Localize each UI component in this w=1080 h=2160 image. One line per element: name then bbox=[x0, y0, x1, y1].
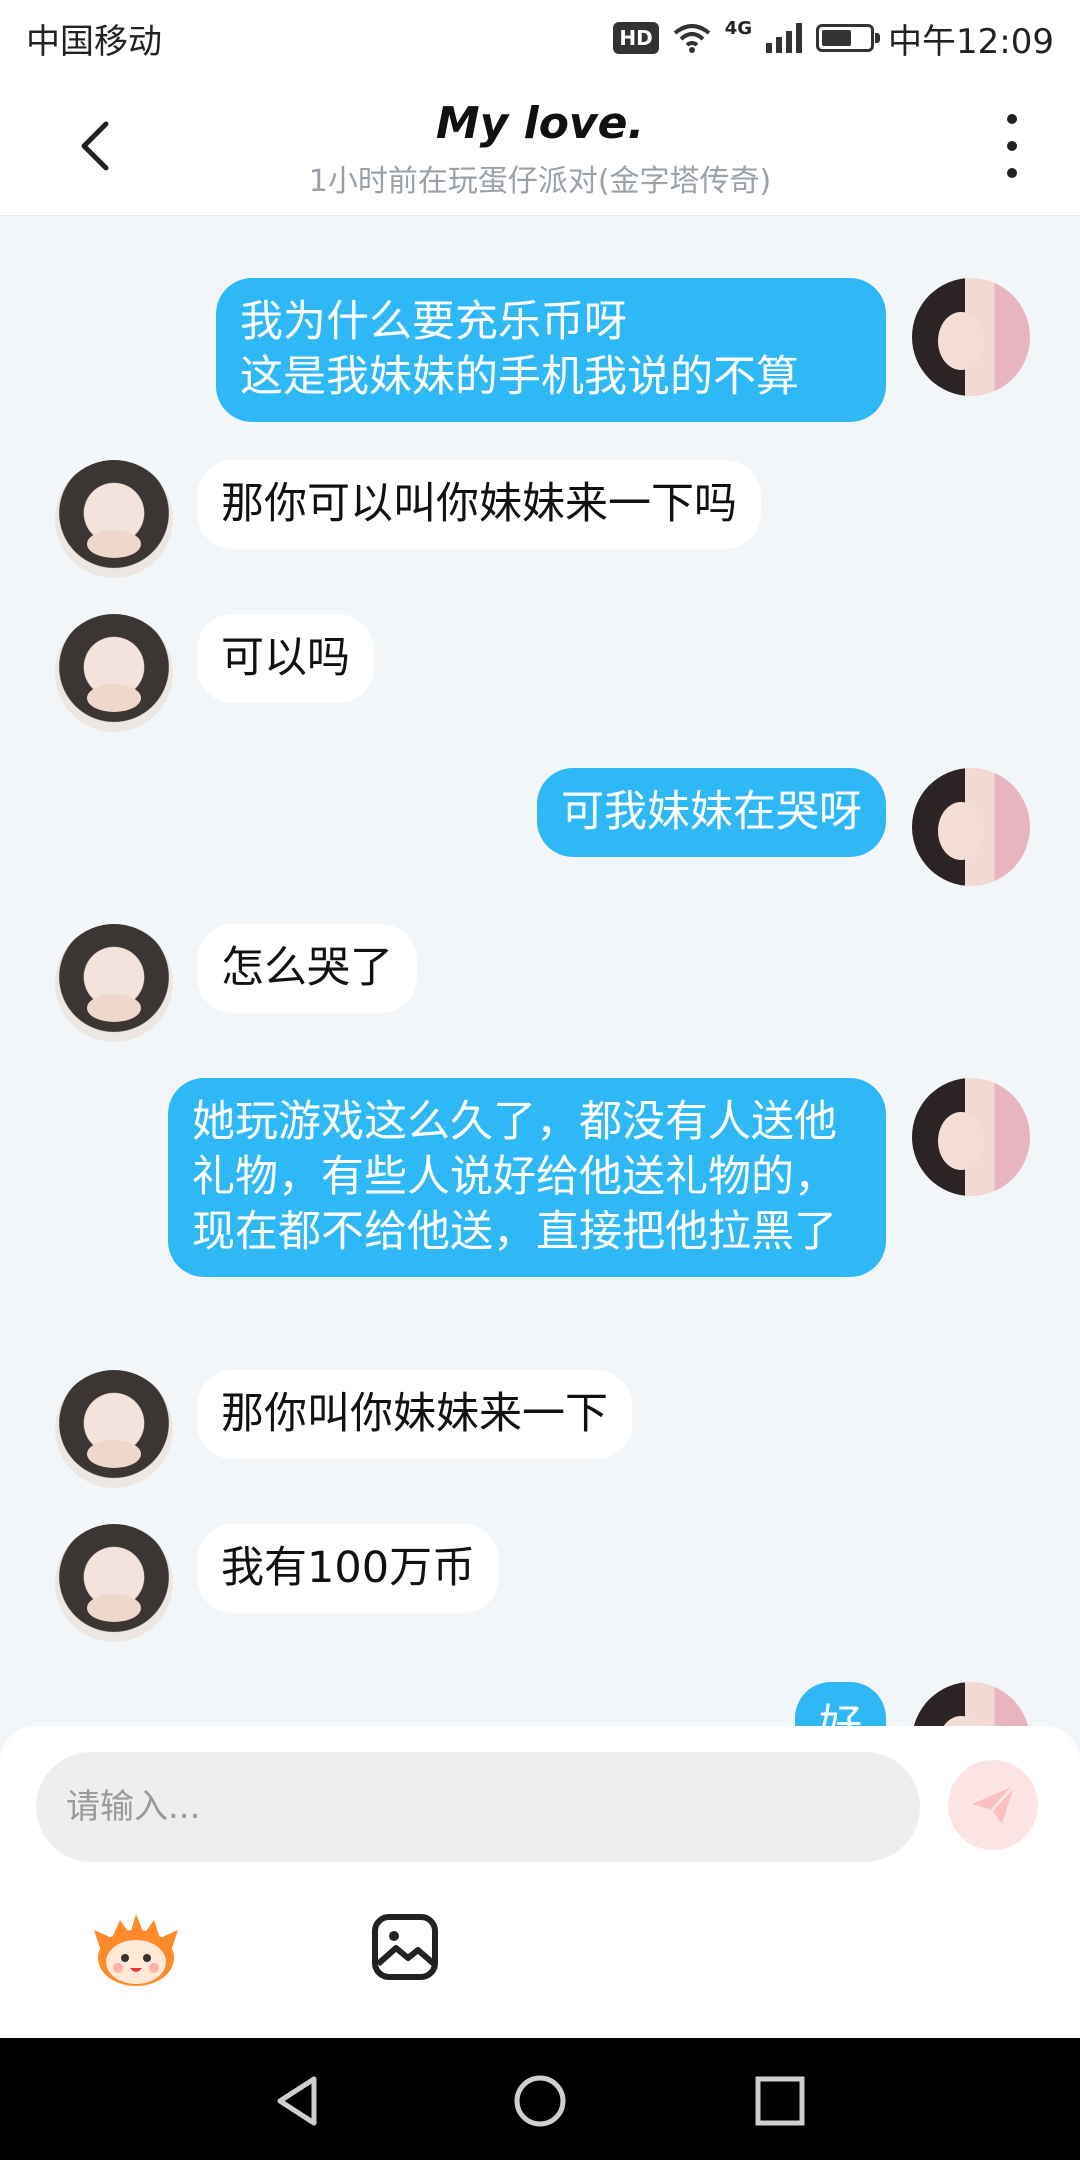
contact-name: My love. bbox=[435, 98, 645, 149]
contact-avatar[interactable] bbox=[55, 614, 173, 732]
my-avatar[interactable] bbox=[912, 278, 1030, 396]
message-bubble[interactable]: 我为什么要充乐币呀 这是我妹妹的手机我说的不算 bbox=[216, 278, 886, 422]
wifi-icon bbox=[673, 24, 710, 53]
message-row: 可我妹妹在哭呀 bbox=[537, 768, 1030, 886]
image-picker-button[interactable] bbox=[370, 1912, 440, 1982]
my-avatar[interactable] bbox=[912, 1078, 1030, 1196]
message-bubble[interactable]: 怎么哭了 bbox=[197, 924, 417, 1013]
message-input[interactable] bbox=[36, 1752, 920, 1862]
status-icons: HD 4G 中午12:09 bbox=[613, 14, 1054, 63]
contact-avatar[interactable] bbox=[55, 1370, 173, 1488]
emoji-button[interactable] bbox=[90, 1908, 182, 1988]
message-row: 我为什么要充乐币呀 这是我妹妹的手机我说的不算 bbox=[216, 278, 1030, 422]
message-bubble[interactable]: 好 bbox=[795, 1682, 886, 1726]
nav-recents-button[interactable] bbox=[752, 2073, 808, 2129]
message-list[interactable]: 我为什么要充乐币呀 这是我妹妹的手机我说的不算 那你可以叫你妹妹来一下吗 可以吗… bbox=[0, 216, 1080, 1726]
network-type: 4G bbox=[724, 17, 753, 39]
message-bubble[interactable]: 可我妹妹在哭呀 bbox=[537, 768, 886, 857]
message-bubble[interactable]: 我有100万币 bbox=[197, 1524, 500, 1613]
message-row: 好 bbox=[795, 1682, 1030, 1726]
clock: 中午12:09 bbox=[888, 21, 1054, 62]
message-row: 那你叫你妹妹来一下 bbox=[55, 1370, 632, 1488]
status-bar: 中国移动 HD 4G 中午12:09 bbox=[0, 0, 1080, 76]
my-avatar[interactable] bbox=[912, 768, 1030, 886]
carrier-label: 中国移动 bbox=[26, 21, 162, 62]
message-row: 她玩游戏这么久了，都没有人送他礼物，有些人说好给他送礼物的，现在都不给他送，直接… bbox=[168, 1078, 1030, 1277]
eggy-face-icon bbox=[94, 1914, 178, 1986]
message-row: 可以吗 bbox=[55, 614, 374, 732]
image-icon bbox=[372, 1914, 438, 1980]
battery-icon bbox=[816, 24, 881, 52]
send-icon bbox=[972, 1784, 1016, 1824]
message-bubble[interactable]: 她玩游戏这么久了，都没有人送他礼物，有些人说好给他送礼物的，现在都不给他送，直接… bbox=[168, 1078, 886, 1277]
message-bubble[interactable]: 那你可以叫你妹妹来一下吗 bbox=[197, 460, 761, 549]
signal-icon bbox=[766, 23, 803, 53]
more-options-button[interactable] bbox=[992, 114, 1032, 178]
circle-home-icon bbox=[514, 2075, 566, 2127]
more-vertical-icon bbox=[1007, 114, 1017, 124]
chat-header: My love. 1小时前在玩蛋仔派对(金字塔传奇) bbox=[0, 76, 1080, 216]
message-bubble[interactable]: 那你叫你妹妹来一下 bbox=[197, 1370, 632, 1459]
triangle-back-icon bbox=[277, 2076, 317, 2126]
nav-back-button[interactable] bbox=[270, 2073, 326, 2129]
contact-status: 1小时前在玩蛋仔派对(金字塔传奇) bbox=[308, 164, 772, 199]
hd-badge: HD bbox=[613, 22, 659, 54]
send-button[interactable] bbox=[948, 1760, 1038, 1850]
system-navigation-bar bbox=[0, 2038, 1080, 2160]
nav-home-button[interactable] bbox=[512, 2073, 568, 2129]
contact-avatar[interactable] bbox=[55, 1524, 173, 1642]
my-avatar[interactable] bbox=[912, 1682, 1030, 1726]
contact-avatar[interactable] bbox=[55, 460, 173, 578]
message-row: 那你可以叫你妹妹来一下吗 bbox=[55, 460, 761, 578]
message-composer bbox=[0, 1726, 1080, 2038]
square-recents-icon bbox=[755, 2076, 805, 2126]
contact-avatar[interactable] bbox=[55, 924, 173, 1042]
message-row: 我有100万币 bbox=[55, 1524, 500, 1642]
message-bubble[interactable]: 可以吗 bbox=[197, 614, 374, 703]
message-row: 怎么哭了 bbox=[55, 924, 417, 1042]
